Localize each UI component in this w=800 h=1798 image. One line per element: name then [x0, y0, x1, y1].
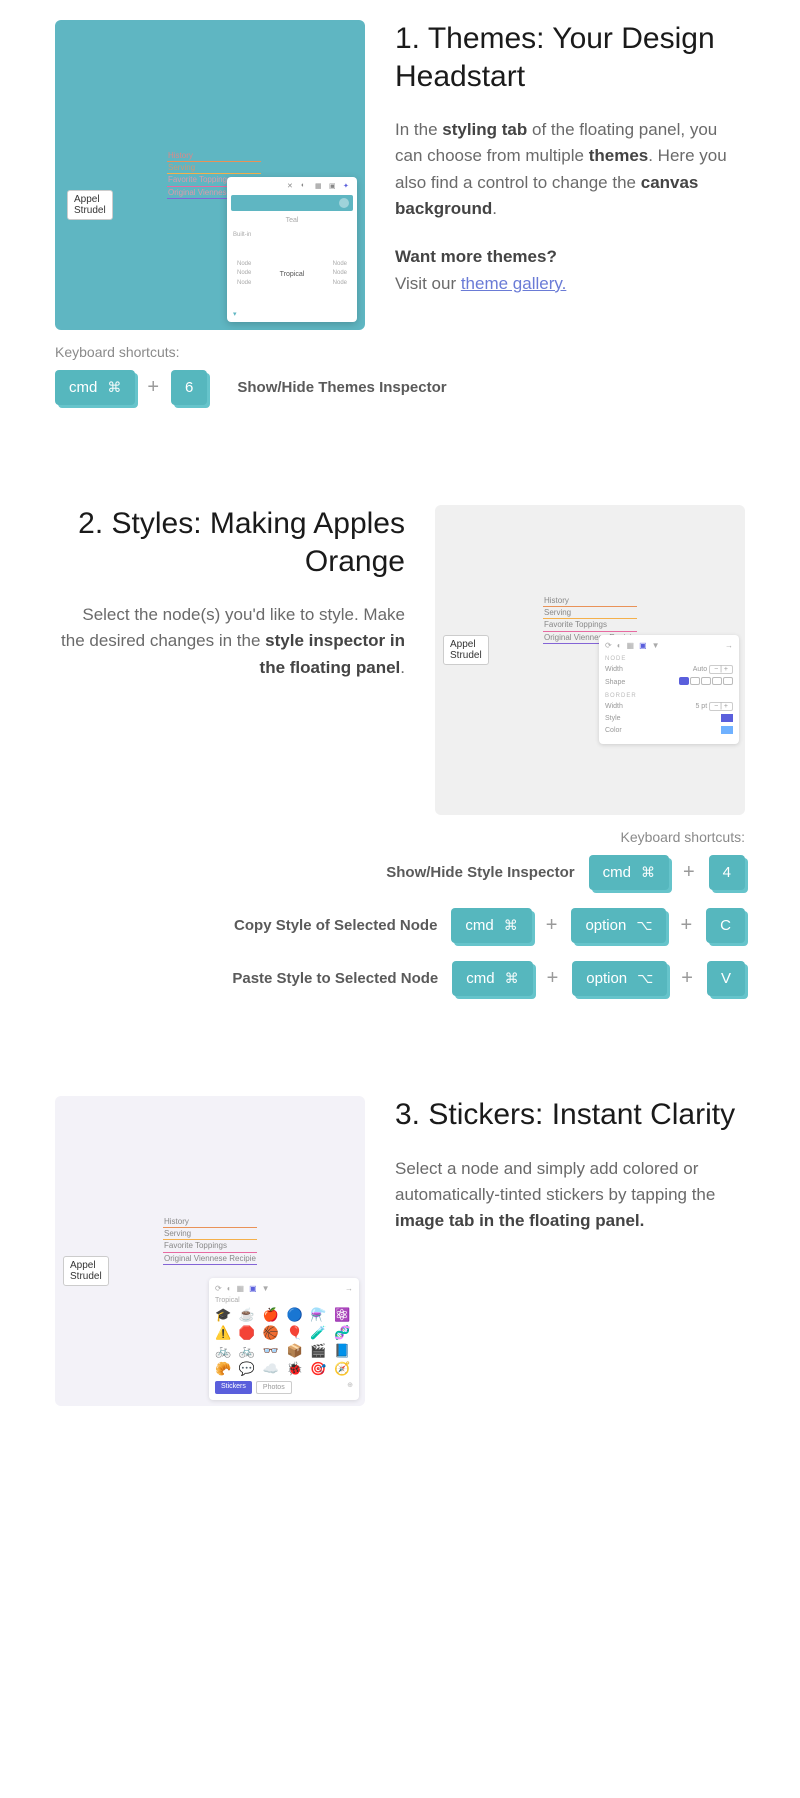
shortcut-themes-desc: Show/Hide Themes Inspector [237, 379, 446, 396]
option-icon: ⌥ [636, 917, 652, 934]
section2-title: 2. Styles: Making Apples Orange [55, 505, 405, 580]
section-styles: 2. Styles: Making Apples Orange Select t… [0, 505, 800, 996]
section3-title: 3. Stickers: Instant Clarity [395, 1096, 745, 1134]
section-themes: Appel Strudel History Serving Favorite T… [0, 20, 800, 405]
mindmap-root: Appel Strudel [443, 635, 489, 665]
section1-para: In the styling tab of the floating panel… [395, 117, 745, 222]
section2-para: Select the node(s) you'd like to style. … [55, 602, 405, 681]
kbd-label-2: Keyboard shortcuts: [55, 829, 745, 845]
style-panel: ⟳◐▦▣▼→ NODE WidthAuto − | + Shape BORDER… [599, 635, 739, 744]
key-cmd: cmd⌘ [452, 961, 532, 996]
section1-title: 1. Themes: Your Design Headstart [395, 20, 745, 95]
mindmap-root: Appel Strudel [63, 1256, 109, 1286]
key-v: V [707, 961, 745, 996]
key-cmd: cmd⌘ [55, 370, 135, 405]
stickers-screenshot: Appel Strudel History Serving Favorite T… [55, 1096, 365, 1406]
cmd-icon: ⌘ [641, 864, 655, 881]
photos-tab[interactable]: Photos [256, 1381, 292, 1394]
styles-screenshot: Appel Strudel History Serving Favorite T… [435, 505, 745, 815]
theme-gallery-link[interactable]: theme gallery. [461, 274, 567, 293]
key-c: C [706, 908, 745, 943]
mindmap-root: Appel Strudel [67, 190, 113, 220]
key-4: 4 [709, 855, 745, 890]
themes-panel: ✕◐▦▣✦ Teal Built-in NodeNodeNode Tropica… [227, 177, 357, 322]
section-stickers: Appel Strudel History Serving Favorite T… [0, 1096, 800, 1406]
key-cmd: cmd⌘ [451, 908, 531, 943]
stickers-tab[interactable]: Stickers [215, 1381, 252, 1394]
key-option: option⌥ [571, 908, 666, 943]
sticker-grid: 🎓☕🍎🔵⚗️⚛️ ⚠️🛑🏀🎈🧪🧬 🚲🚲👓📦🎬📘 🥐💬☁️🐞🎯🧭 [215, 1308, 353, 1375]
kbd-label-1: Keyboard shortcuts: [55, 344, 745, 360]
key-cmd: cmd⌘ [589, 855, 669, 890]
option-icon: ⌥ [637, 970, 653, 987]
key-option: option⌥ [572, 961, 667, 996]
shortcut-themes: cmd⌘ + 6 Show/Hide Themes Inspector [55, 370, 745, 405]
cmd-icon: ⌘ [505, 970, 519, 987]
stickers-panel: ⟳◐▦▣▼→ Tropical 🎓☕🍎🔵⚗️⚛️ ⚠️🛑🏀🎈🧪🧬 🚲🚲👓📦🎬📘 … [209, 1278, 359, 1400]
key-6: 6 [171, 370, 207, 405]
themes-screenshot: Appel Strudel History Serving Favorite T… [55, 20, 365, 330]
cmd-icon: ⌘ [107, 379, 121, 396]
section3-para: Select a node and simply add colored or … [395, 1156, 745, 1235]
shortcut-styles-table: Show/Hide Style Inspector cmd⌘ + 4 Copy … [55, 855, 745, 996]
section1-more: Want more themes? Visit our theme galler… [395, 244, 745, 297]
cmd-icon: ⌘ [504, 917, 518, 934]
